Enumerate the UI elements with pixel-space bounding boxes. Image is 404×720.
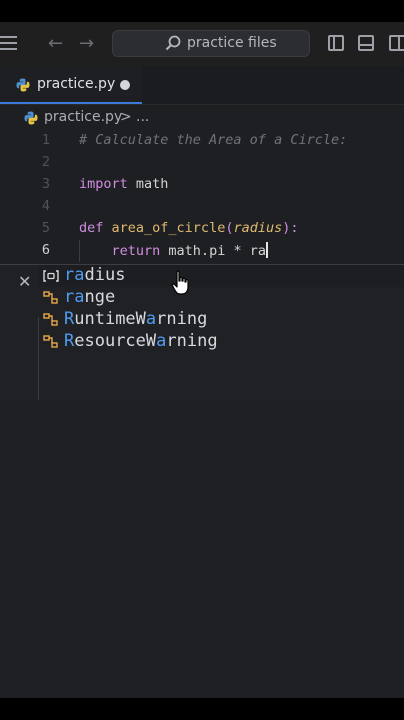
variable-icon xyxy=(43,270,59,282)
code-line: 3 import math xyxy=(0,174,404,196)
tab-practice-py[interactable]: practice.py xyxy=(0,66,142,104)
suggestion-label: ResourceWarning xyxy=(64,331,218,351)
tab-bar: practice.py xyxy=(0,66,404,105)
code-line: 5 def area_of_circle(radius): xyxy=(0,218,404,240)
breadcrumb-symbols[interactable]: ... xyxy=(136,109,149,125)
tab-label: practice.py xyxy=(37,76,116,92)
breadcrumb-file[interactable]: practice.py xyxy=(44,109,122,125)
line-number: 5 xyxy=(41,220,50,236)
code-line: 1 # Calculate the Area of a Circle: xyxy=(0,130,404,152)
keyword: return xyxy=(111,243,161,259)
title-bar: ← → practice files xyxy=(0,22,404,67)
suggestion-label: radius xyxy=(64,265,125,285)
suggestion-label: RuntimeWarning xyxy=(64,309,207,329)
match-highlight: ra xyxy=(64,287,85,307)
close-icon[interactable]: ✕ xyxy=(18,272,31,291)
search-label: practice files xyxy=(187,35,277,51)
suggestion-rest: rning xyxy=(166,331,218,351)
suggestion-label: range xyxy=(64,287,115,307)
line-number: 3 xyxy=(41,176,50,192)
python-file-icon xyxy=(24,111,38,125)
code-text: def area_of_circle(radius): xyxy=(79,220,299,236)
class-icon xyxy=(43,313,58,326)
breadcrumb-separator: > xyxy=(120,109,132,125)
match-highlight: a xyxy=(145,309,157,329)
suggestion-rest: dius xyxy=(84,265,126,285)
editor-window: ← → practice files practice.py practice.… xyxy=(0,22,404,698)
code-text: return math.pi * ra xyxy=(79,242,268,259)
suggestion-rest: esourceW xyxy=(74,331,157,351)
keyword: def xyxy=(79,220,104,236)
editor-empty-area[interactable] xyxy=(0,400,404,698)
toggle-panel-icon[interactable] xyxy=(358,35,374,51)
code-plain: math.pi * ra xyxy=(160,243,266,259)
unsaved-dot-icon[interactable] xyxy=(120,80,130,90)
function-name: area_of_circle xyxy=(111,220,226,236)
line-number: 1 xyxy=(41,132,50,148)
toggle-secondary-sidebar-icon[interactable] xyxy=(389,35,404,51)
hand-cursor-icon xyxy=(171,270,189,295)
suggest-gutter xyxy=(0,317,39,401)
search-icon xyxy=(165,35,181,51)
code-line: 2 xyxy=(0,152,404,174)
back-arrow-icon[interactable]: ← xyxy=(48,33,63,54)
parameter: radius xyxy=(233,220,283,236)
forward-arrow-icon[interactable]: → xyxy=(79,33,94,54)
menu-icon[interactable] xyxy=(0,36,18,50)
command-center-search[interactable]: practice files xyxy=(112,30,310,57)
suggestion-rest: nge xyxy=(84,287,116,307)
line-number: 6 xyxy=(41,242,50,258)
keyword: import xyxy=(79,176,128,192)
toggle-sidebar-icon[interactable] xyxy=(328,35,344,51)
punctuation: ): xyxy=(282,220,299,236)
line-number: 4 xyxy=(41,198,50,214)
class-icon xyxy=(43,335,58,348)
line-number: 2 xyxy=(41,154,50,170)
match-highlight: ra xyxy=(64,265,85,285)
text-cursor xyxy=(265,242,268,258)
suggestion-widget: ✕ radius range RuntimeWarning ResourceWa… xyxy=(0,264,404,401)
code-plain: math xyxy=(127,176,169,192)
code-editor[interactable]: 1 # Calculate the Area of a Circle: 2 3 … xyxy=(0,130,404,262)
match-highlight: R xyxy=(64,331,75,351)
suggestion-item[interactable]: ResourceWarning xyxy=(38,331,404,353)
code-line: 4 xyxy=(0,196,404,218)
class-icon xyxy=(43,291,58,304)
suggestion-rest: rning xyxy=(156,309,208,329)
code-comment: # Calculate the Area of a Circle: xyxy=(79,132,348,148)
suggestion-rest: untimeW xyxy=(74,309,146,329)
code-line-active: 6 return math.pi * ra xyxy=(0,240,404,262)
suggestion-item[interactable]: RuntimeWarning xyxy=(38,309,404,331)
code-text: import math xyxy=(79,176,168,192)
suggestion-item[interactable]: range xyxy=(38,287,404,309)
match-highlight: R xyxy=(64,309,75,329)
python-file-icon xyxy=(16,78,30,92)
match-highlight: a xyxy=(156,331,167,351)
suggestion-item[interactable]: radius xyxy=(38,265,404,287)
